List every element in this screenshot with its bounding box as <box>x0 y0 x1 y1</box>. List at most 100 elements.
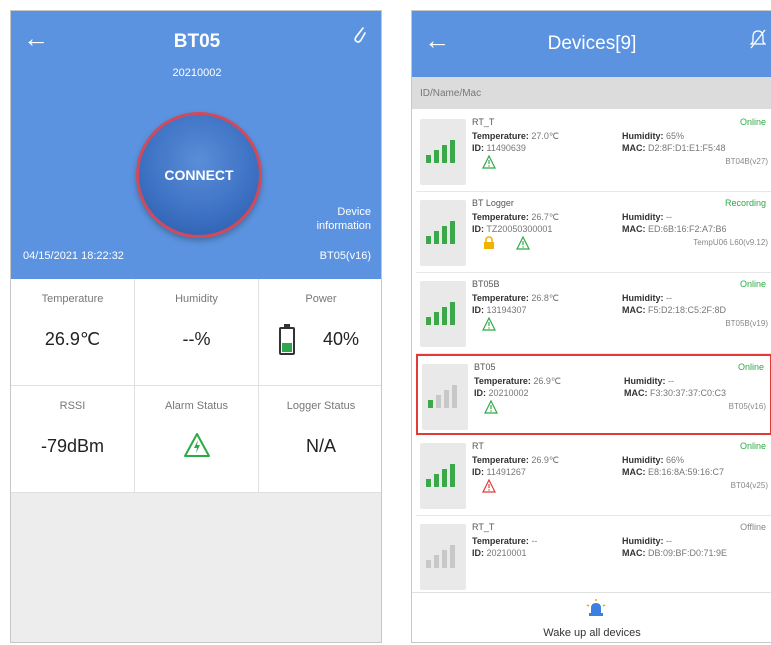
signal-bar <box>434 555 439 568</box>
signal-bar <box>442 550 447 568</box>
connect-button[interactable]: CONNECT <box>136 112 262 238</box>
signal-strength-icon <box>420 281 466 347</box>
device-name: BT05 <box>474 362 496 372</box>
device-list-item[interactable]: BT Logger Recording Temperature: 26.7℃ I… <box>416 192 771 273</box>
device-mac: MAC: D2:8F:D1:E1:F5:48 <box>622 143 726 153</box>
device-status: Online <box>739 441 766 451</box>
signal-bar <box>426 317 431 325</box>
signal-bar <box>450 302 455 325</box>
signal-bar <box>426 479 431 487</box>
signal-bar <box>442 145 447 163</box>
metric-value: 26.9℃ <box>44 329 101 349</box>
device-information-link[interactable]: Device information <box>291 205 371 233</box>
device-name: BT05B <box>472 279 500 289</box>
metric-label: Power <box>305 293 337 305</box>
device-name: RT_T <box>472 522 495 532</box>
warning-triangle-icon <box>482 317 496 331</box>
warning-triangle-icon <box>516 236 530 250</box>
device-mac: MAC: DB:09:BF:D0:71:9E <box>622 548 728 558</box>
signal-bar <box>450 140 455 163</box>
metric-power: Power 40% <box>259 279 381 386</box>
metric-label: Logger Status <box>286 400 356 412</box>
lock-icon <box>484 236 494 249</box>
device-firmware: TempU06 L60(v9.12) <box>693 238 768 247</box>
device-temperature: Temperature: 26.8℃ <box>472 293 559 303</box>
device-datetime: 04/15/2021 18:22:32 <box>23 250 124 262</box>
device-detail-screen: ← BT05 20210002 CONNECT Device informati… <box>10 10 382 643</box>
metric-rssi: RSSI -79dBm <box>11 386 135 493</box>
warning-triangle-icon <box>482 479 496 493</box>
device-id: ID: 11491267 <box>472 467 526 477</box>
signal-bar <box>442 469 447 487</box>
signal-bar <box>434 474 439 487</box>
device-status: Online <box>739 117 766 127</box>
paperclip-icon[interactable] <box>353 25 367 45</box>
warning-triangle-icon <box>484 400 498 414</box>
device-temperature: Temperature: 27.0℃ <box>472 131 559 141</box>
signal-bar <box>426 155 431 163</box>
device-status: Recording <box>724 198 766 208</box>
metric-temperature: Temperature 26.9℃ <box>11 279 135 386</box>
signal-bar <box>426 236 431 244</box>
device-mac: MAC: E8:16:8A:59:16:C7 <box>622 467 725 477</box>
metric-value: N/A <box>305 436 336 456</box>
wake-all-bar[interactable]: Wake up all devices <box>412 592 771 642</box>
signal-strength-icon <box>422 364 468 430</box>
battery-icon <box>279 324 295 355</box>
bell-off-icon[interactable] <box>750 29 766 49</box>
metric-label: Humidity <box>175 293 218 305</box>
metrics-grid: Temperature 26.9℃ Humidity --% Power 40%… <box>11 279 381 493</box>
signal-bar <box>444 390 449 408</box>
device-list-item[interactable]: RT_T Online Temperature: 27.0℃ ID: 11490… <box>416 111 771 192</box>
signal-strength-icon <box>420 524 466 590</box>
metric-logger-status: Logger Status N/A <box>259 386 381 493</box>
signal-bar <box>434 150 439 163</box>
device-humidity: Humidity: 66% <box>622 455 685 465</box>
signal-bar <box>426 560 431 568</box>
alarm-light-icon <box>586 599 606 616</box>
device-list-screen: ← Devices[9] ID/Name/Mac RT_T Online Tem… <box>411 10 771 643</box>
device-firmware: BT05B(v19) <box>725 319 768 328</box>
device-temperature: Temperature: -- <box>472 536 538 546</box>
search-input[interactable]: ID/Name/Mac <box>412 77 771 109</box>
device-mac: MAC: F5:D2:18:C5:2F:8D <box>622 305 727 315</box>
device-status: Online <box>737 362 764 372</box>
signal-bar <box>450 464 455 487</box>
device-status: Online <box>739 279 766 289</box>
device-list-item[interactable]: RT Online Temperature: 26.9℃ ID: 1149126… <box>416 435 771 516</box>
device-humidity: Humidity: -- <box>622 536 672 546</box>
signal-strength-icon <box>420 119 466 185</box>
signal-strength-icon <box>420 200 466 266</box>
signal-bar <box>450 545 455 568</box>
signal-strength-icon <box>420 443 466 509</box>
device-list-item[interactable]: RT_T Offline Temperature: -- ID: 2021000… <box>416 516 771 597</box>
device-list-item[interactable]: BT05 Online Temperature: 26.9℃ ID: 20210… <box>416 354 771 435</box>
device-id: ID: 20210001 <box>472 548 527 558</box>
signal-bar <box>436 395 441 408</box>
device-temperature: Temperature: 26.9℃ <box>474 376 561 386</box>
metric-label: Alarm Status <box>165 400 228 412</box>
device-firmware: BT05(v16) <box>319 250 371 262</box>
signal-bar <box>442 307 447 325</box>
device-id: ID: 11490639 <box>472 143 526 153</box>
device-humidity: Humidity: -- <box>624 376 674 386</box>
warning-triangle-icon <box>482 155 496 169</box>
metric-value: -79dBm <box>40 436 105 456</box>
device-id: ID: 20210002 <box>474 388 529 398</box>
device-firmware: BT05(v16) <box>728 402 766 411</box>
device-list-item[interactable]: BT05B Online Temperature: 26.8℃ ID: 1319… <box>416 273 771 354</box>
signal-bar <box>434 231 439 244</box>
metric-label: Temperature <box>41 293 104 305</box>
device-id: ID: 13194307 <box>472 305 527 315</box>
device-humidity: Humidity: -- <box>622 293 672 303</box>
device-title: BT05 <box>173 31 221 52</box>
device-firmware: BT04B(v27) <box>725 157 768 166</box>
device-temperature: Temperature: 26.9℃ <box>472 455 559 465</box>
metric-label: RSSI <box>59 400 86 412</box>
device-name: BT Logger <box>472 198 514 208</box>
devices-title: Devices[9] <box>547 33 637 54</box>
device-name: RT <box>472 441 484 451</box>
device-name: RT_T <box>472 117 495 127</box>
device-firmware: BT04(v25) <box>730 481 768 490</box>
device-humidity: Humidity: 65% <box>622 131 685 141</box>
